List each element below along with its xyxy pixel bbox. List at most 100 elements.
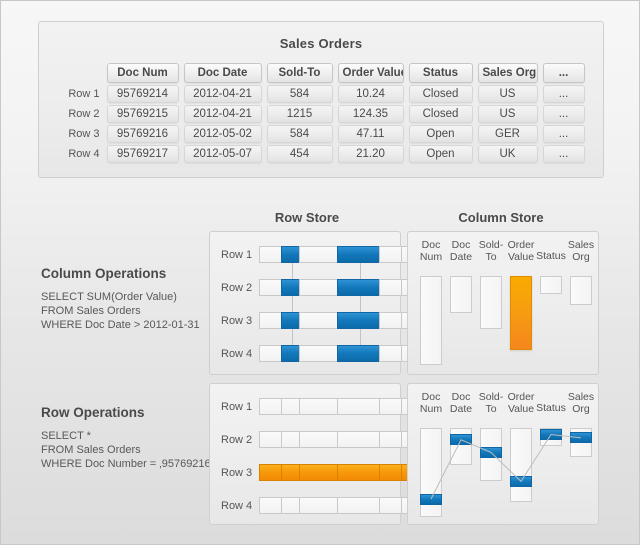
row-store-row-label: Row 1 [221, 400, 253, 413]
row-store-line: Row 3 [221, 464, 421, 481]
column-store-row-marker [450, 434, 472, 446]
row-store-row-bar [259, 279, 421, 296]
column-header-order-value[interactable]: Order Value [337, 63, 404, 83]
row-store-cell [281, 497, 299, 514]
row-store-top-panel: Row 1 Row 2 Row 3 Row 4 [209, 231, 421, 375]
row-store-line: Row 4 [221, 345, 421, 362]
row-store-cell [299, 246, 337, 263]
table-row: Row 4 95769217 2012-05-07 454 21.20 Open… [58, 145, 585, 163]
cell-order-value: 21.20 [337, 145, 404, 163]
cell-sold-to: 454 [266, 145, 333, 163]
row-store-line: Row 2 [221, 279, 421, 296]
row-store-cell [281, 398, 299, 415]
column-store-bottom-area: Doc Num Doc Date Sold- To Order Value Status… [408, 384, 598, 524]
table-row: Row 2 95769215 2012-04-21 1215 124.35 Cl… [58, 105, 585, 123]
row-store-connector [292, 329, 293, 345]
column-store-caption: Column Store [458, 210, 544, 225]
row-store-cell [281, 246, 299, 263]
column-store-bar [570, 276, 592, 305]
cell-status: Closed [408, 85, 473, 103]
sales-orders-table: Doc Num Doc Date Sold-To Order Value Sta… [53, 61, 590, 165]
row-store-cell [299, 345, 337, 362]
row-store-cell [337, 398, 379, 415]
column-store-bar [510, 428, 532, 502]
row-store-row-bar [259, 312, 421, 329]
column-header-sales-org[interactable]: Sales Org [477, 63, 538, 83]
row-store-bottom-grid: Row 1 Row 2 Row 3 Row 4 [210, 384, 421, 524]
column-store-header: Sales Org [567, 239, 595, 263]
row-store-cell [259, 345, 281, 362]
row-store-connector [292, 263, 293, 279]
row-store-cell [299, 464, 337, 481]
cell-sold-to: 584 [266, 125, 333, 143]
row-store-cell [259, 431, 281, 448]
row-store-top-grid: Row 1 Row 2 Row 3 Row 4 [210, 232, 421, 374]
cell-sales-org: US [477, 85, 538, 103]
row-store-cell [281, 279, 299, 296]
row-store-cell [259, 398, 281, 415]
column-header-doc-date[interactable]: Doc Date [183, 63, 262, 83]
column-store-bar [420, 276, 442, 365]
column-header-status[interactable]: Status [408, 63, 473, 83]
column-store-bottom-panel: Doc Num Doc Date Sold- To Order Value Status… [407, 383, 599, 525]
sales-orders-panel: Sales Orders Doc Num Doc Date Sold-To Or… [38, 21, 604, 178]
column-store-bar [450, 276, 472, 313]
row-operations-block: Row Operations SELECT * FROM Sales Order… [41, 405, 213, 471]
row-store-connector [292, 296, 293, 312]
row-store-cell [379, 345, 401, 362]
cell-doc-date: 2012-04-21 [183, 85, 262, 103]
column-store-row-marker [480, 446, 502, 458]
row-store-cell [281, 431, 299, 448]
row-store-cell [337, 279, 379, 296]
row-store-cell [379, 431, 401, 448]
table-row: Row 1 95769214 2012-04-21 584 10.24 Clos… [58, 85, 585, 103]
cell-order-value: 124.35 [337, 105, 404, 123]
row-store-cell [379, 246, 401, 263]
sales-orders-title: Sales Orders [279, 36, 363, 51]
row-store-row-label: Row 4 [221, 499, 253, 512]
row-operations-title: Row Operations [41, 405, 145, 420]
row-store-cell [259, 464, 281, 481]
column-operations-title: Column Operations [41, 266, 167, 281]
row-label-1: Row 1 [68, 88, 100, 100]
column-store-bar [510, 276, 532, 350]
cell-more: ... [542, 145, 585, 163]
column-store-row-marker [420, 493, 442, 505]
table-row: Row 3 95769216 2012-05-02 584 47.11 Open… [58, 125, 585, 143]
row-store-row-bar [259, 345, 421, 362]
column-operations-sql: SELECT SUM(Order Value) FROM Sales Order… [41, 291, 200, 331]
column-store-header: Sales Org [567, 391, 595, 415]
cell-sold-to: 584 [266, 85, 333, 103]
column-store-bar [540, 276, 562, 294]
row-store-row-bar [259, 398, 421, 415]
column-header-doc-num[interactable]: Doc Num [106, 63, 179, 83]
row-store-cell [337, 497, 379, 514]
row-store-cell [337, 246, 379, 263]
column-store-row-marker [540, 429, 562, 440]
row-store-cell [299, 398, 337, 415]
row-store-cell [379, 398, 401, 415]
row-operations-sql: SELECT * FROM Sales Orders WHERE Doc Num… [41, 430, 213, 470]
cell-status: Open [408, 125, 473, 143]
cell-doc-num: 95769215 [106, 105, 179, 123]
column-store-bar [480, 276, 502, 329]
row-store-row-bar [259, 246, 421, 263]
cell-order-value: 47.11 [337, 125, 404, 143]
row-store-cell [337, 312, 379, 329]
column-header-sold-to[interactable]: Sold-To [266, 63, 333, 83]
row-store-row-label: Row 2 [221, 433, 253, 446]
cell-sales-org: US [477, 105, 538, 123]
cell-sold-to: 1215 [266, 105, 333, 123]
cell-sales-org: UK [477, 145, 538, 163]
cell-doc-date: 2012-05-07 [183, 145, 262, 163]
row-label-2: Row 2 [68, 108, 100, 120]
cell-more: ... [542, 85, 585, 103]
row-store-line: Row 4 [221, 497, 421, 514]
row-store-cell [281, 464, 299, 481]
cell-doc-date: 2012-05-02 [183, 125, 262, 143]
row-store-cell [337, 431, 379, 448]
column-header-more[interactable]: ... [542, 63, 585, 83]
cell-more: ... [542, 105, 585, 123]
row-store-bottom-panel: Row 1 Row 2 Row 3 Row 4 [209, 383, 421, 525]
row-store-cell [259, 246, 281, 263]
